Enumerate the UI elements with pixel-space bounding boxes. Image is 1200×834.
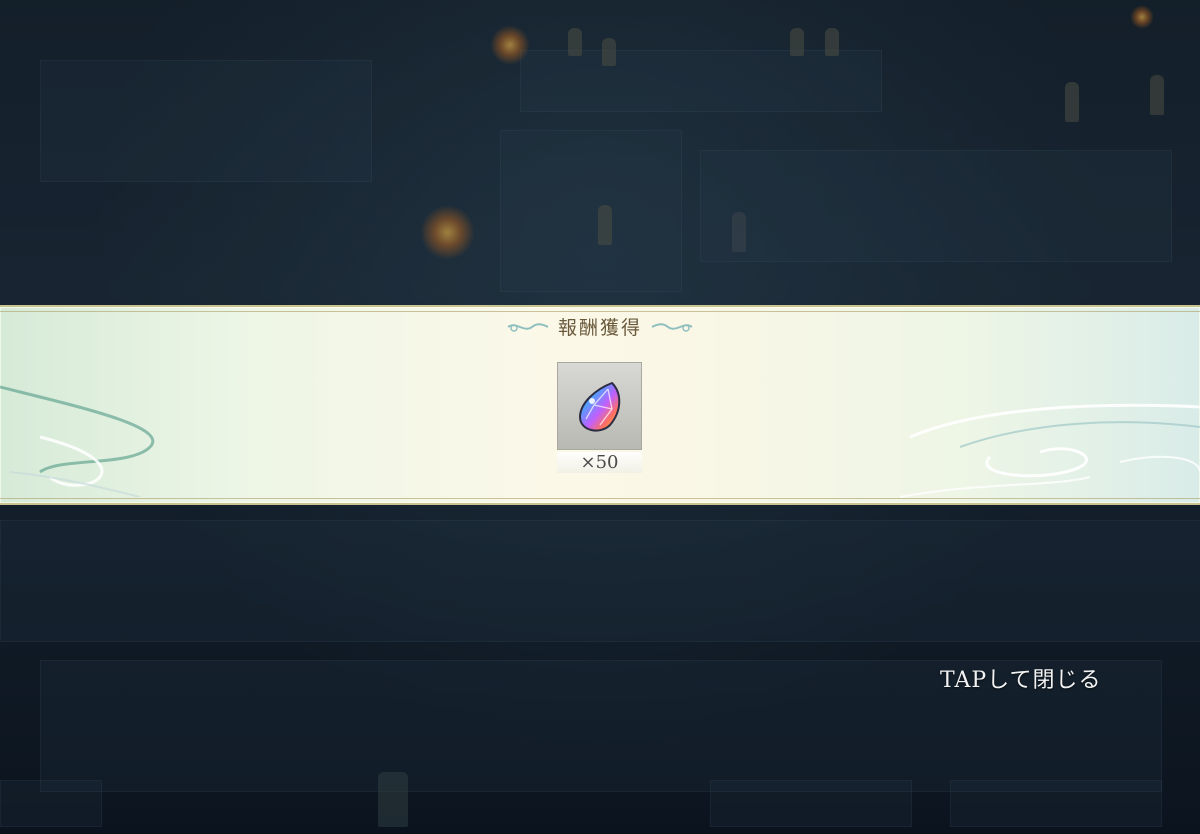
reward-title: 報酬獲得: [557, 317, 642, 339]
tap-to-close-button[interactable]: TAPして閉じる: [940, 662, 1102, 694]
reward-title-row: 報酬獲得: [0, 313, 1200, 340]
reward-item[interactable]: ×50: [557, 362, 642, 473]
flourish-right-icon: [651, 322, 693, 332]
item-frame: [557, 362, 642, 450]
game-background[interactable]: 報酬獲得 ×50 TAPして閉じる: [0, 0, 1200, 834]
item-quantity: ×50: [557, 452, 642, 473]
rainbow-crystal-icon: [578, 381, 621, 432]
flourish-left-icon: [507, 322, 549, 332]
banner-border-top: [0, 311, 1200, 312]
swirl-decoration-left: [0, 385, 155, 497]
reward-banner: 報酬獲得 ×50: [0, 305, 1200, 505]
swirl-decoration-right: [900, 403, 1200, 498]
